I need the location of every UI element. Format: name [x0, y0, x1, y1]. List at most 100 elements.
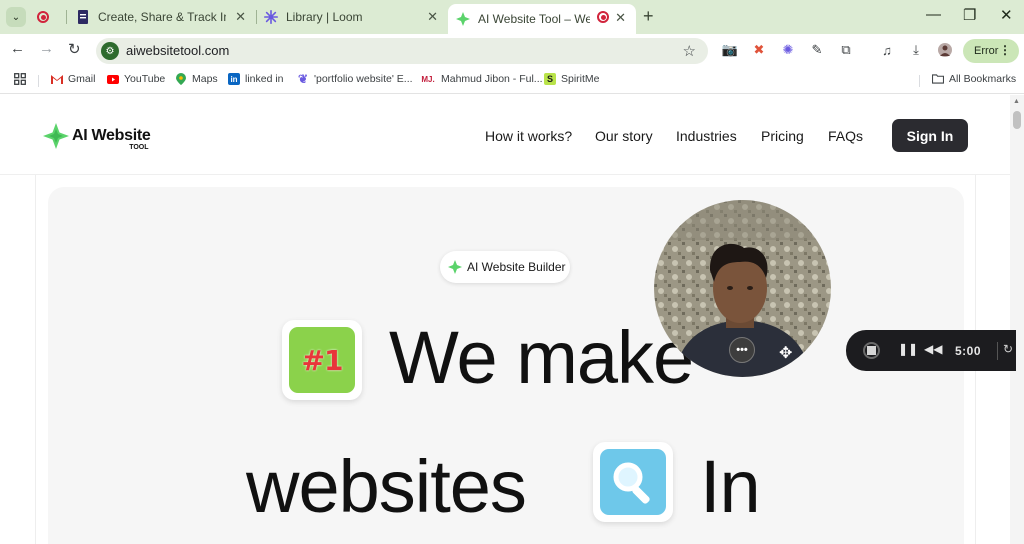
recording-timer: 5:00	[955, 344, 982, 358]
feather-icon: ❦	[297, 72, 309, 86]
minimize-button[interactable]: —	[926, 6, 941, 23]
profile-avatar[interactable]	[937, 42, 953, 58]
close-window-button[interactable]: ✕	[1000, 6, 1013, 24]
nav-industries[interactable]: Industries	[676, 128, 737, 144]
restore-button[interactable]: ❐	[963, 6, 976, 24]
loom-record-icon	[596, 10, 610, 24]
profile-error-button[interactable]: Error ⋮	[963, 39, 1019, 63]
loom-extension-icon[interactable]: ✺	[780, 42, 796, 58]
back-button[interactable]: ←	[10, 40, 25, 57]
restart-icon[interactable]: ↻	[1003, 342, 1013, 356]
apps-icon[interactable]	[14, 73, 26, 85]
bookmark-maps[interactable]: Maps	[175, 73, 218, 85]
number-one-text: #1	[301, 343, 344, 377]
camera-options-button[interactable]: •••	[729, 337, 755, 363]
bookmark-label: 'portfolio website' E...	[314, 73, 413, 85]
tab-label: Library | Loom	[286, 10, 363, 24]
sparkle-logo-icon	[43, 123, 69, 149]
stop-recording-button[interactable]	[863, 342, 880, 359]
bookmark-label: SpiritMe	[561, 73, 600, 85]
url-text[interactable]: aiwebsitetool.com	[126, 43, 229, 58]
bookmark-label: linked in	[245, 73, 284, 85]
bookmark-label: Maps	[192, 73, 218, 85]
all-bookmarks-label: All Bookmarks	[949, 73, 1017, 85]
scroll-thumb[interactable]	[1013, 111, 1021, 129]
ai-website-icon	[456, 12, 470, 26]
close-icon[interactable]: ✕	[235, 9, 246, 25]
bookmark-youtube[interactable]: YouTube	[107, 73, 165, 85]
download-icon[interactable]: ⤓	[908, 42, 924, 58]
page-scrollbar[interactable]: ▲	[1010, 95, 1024, 544]
bookmark-gmail[interactable]: Gmail	[51, 73, 95, 85]
camera-icon[interactable]: 📷	[722, 42, 738, 58]
tab-strip: ⌄ Create, Share & Track Invoices ✕ Libra…	[0, 0, 1024, 34]
number-one-emoji: #1	[282, 320, 362, 400]
rewind-icon[interactable]: ◀◀	[924, 342, 942, 356]
sign-in-button[interactable]: Sign In	[892, 119, 968, 152]
scroll-up-arrow[interactable]: ▲	[1013, 98, 1020, 105]
invoice-app-icon	[76, 10, 90, 24]
forward-button[interactable]: →	[39, 40, 54, 57]
hero-badge-label: AI Website Builder	[467, 260, 566, 274]
headline-line-2-end: In	[700, 445, 761, 528]
bookmark-portfolio[interactable]: ❦ 'portfolio website' E...	[297, 72, 413, 86]
bookmark-label: Gmail	[68, 73, 96, 85]
loom-icon	[264, 10, 278, 24]
gmail-icon	[51, 73, 63, 85]
mj-icon: MJ.	[421, 74, 435, 84]
close-icon[interactable]: ✕	[615, 10, 626, 26]
maps-icon	[175, 73, 187, 85]
tab-ai-website-tool[interactable]: AI Website Tool – Website B ✕	[448, 4, 636, 34]
nav-how-it-works[interactable]: How it works?	[485, 128, 572, 144]
extension-puzzle-color-icon[interactable]: ✖	[751, 42, 767, 58]
tab-loom-library[interactable]: Library | Loom ✕	[264, 4, 444, 30]
site-header: AI Website TOOL How it works? Our story …	[0, 95, 1010, 175]
bookmark-label: YouTube	[124, 73, 166, 85]
pen-icon[interactable]: ✎	[809, 42, 825, 58]
nav-faqs[interactable]: FAQs	[828, 128, 863, 144]
logo-text: AI Website	[72, 127, 151, 144]
error-label: Error	[974, 45, 999, 57]
nav-our-story[interactable]: Our story	[595, 128, 653, 144]
tab-label: Create, Share & Track Invoices	[98, 10, 226, 24]
reload-button[interactable]: ↻	[68, 40, 81, 58]
bookmark-linkedin[interactable]: in linked in	[228, 73, 284, 85]
tab-label: AI Website Tool – Website B	[478, 12, 590, 26]
address-bar[interactable]: ⚙ aiwebsitetool.com ☆	[96, 38, 708, 64]
pause-icon[interactable]: ❚❚	[898, 342, 918, 356]
linkedin-icon: in	[228, 73, 240, 85]
new-tab-button[interactable]: +	[643, 6, 654, 27]
toolbar: ← → ↻ ⚙ aiwebsitetool.com ☆ 📷 ✖ ✺ ✎ ⧉ ♫ …	[0, 34, 1024, 66]
site-logo[interactable]: AI Website TOOL	[43, 123, 151, 151]
extensions-icon[interactable]: ⧉	[838, 42, 854, 58]
tab-invoices[interactable]: Create, Share & Track Invoices ✕	[76, 4, 252, 30]
sparkle-icon	[448, 260, 462, 274]
loom-record-icon	[36, 10, 50, 24]
close-icon[interactable]: ✕	[427, 9, 438, 25]
headline-line-2-start: websites	[246, 445, 527, 528]
site-info-icon[interactable]: ⚙	[101, 42, 119, 60]
logo-subtext: TOOL	[129, 144, 149, 151]
magnifier-emoji	[593, 442, 673, 522]
bookmark-mahmud-jibon[interactable]: MJ. Mahmud Jibon - Ful...	[420, 73, 543, 85]
folder-icon	[932, 73, 944, 85]
move-handle-icon[interactable]: ✥	[779, 343, 792, 363]
media-control-icon[interactable]: ♫	[879, 42, 895, 58]
all-bookmarks[interactable]: All Bookmarks	[932, 73, 1016, 85]
browser-window: ⌄ Create, Share & Track Invoices ✕ Libra…	[0, 0, 1024, 544]
tab-search-button[interactable]: ⌄	[6, 7, 26, 27]
nav-pricing[interactable]: Pricing	[761, 128, 804, 144]
hero-badge: AI Website Builder	[440, 251, 570, 283]
divider	[997, 342, 998, 360]
spiritme-icon: S	[544, 73, 556, 85]
bookmark-spiritme[interactable]: S SpiritMe	[544, 73, 600, 85]
tab-loom-recording[interactable]	[36, 4, 62, 30]
menu-icon[interactable]: ⋮	[999, 43, 1011, 57]
youtube-icon	[107, 73, 119, 85]
bookmarks-bar: Gmail YouTube Maps in linked in ❦ 'portf…	[0, 66, 1024, 94]
magnifier-icon	[613, 462, 650, 504]
bookmark-star-icon[interactable]: ☆	[683, 42, 696, 60]
bookmark-label: Mahmud Jibon - Ful...	[441, 73, 543, 85]
headline-line-1: We make	[389, 316, 694, 399]
web-page: AI Website TOOL How it works? Our story …	[0, 95, 1010, 544]
